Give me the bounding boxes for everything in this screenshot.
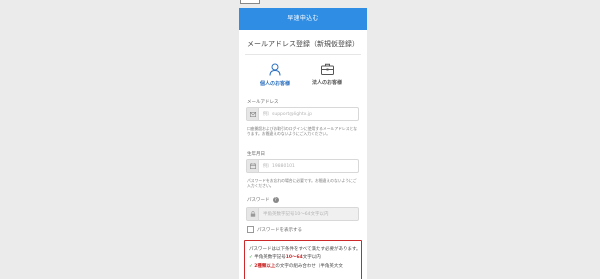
corporate-account-option[interactable]: 法人のお客様 (302, 63, 352, 86)
personal-account-label: 個人のお客様 (259, 81, 290, 87)
password-label: パスワード (247, 198, 270, 203)
calendar-icon (247, 160, 259, 172)
show-password-toggle[interactable]: パスワードを表示する (247, 226, 302, 233)
email-help-text: 口座開設およびお取引のログインに使用するメールアドレスとなります。お間違えのない… (247, 126, 357, 136)
account-type-selector: 個人のお客様 法人のお客様 (239, 55, 367, 95)
birthday-help-text: パスワードをお忘れの場合に必要です。お間違えのないようにご入力ください。 (247, 178, 357, 188)
show-password-checkbox[interactable] (247, 226, 254, 233)
birthday-label: 生年月日 (247, 152, 265, 157)
page-header: 早速申込む (239, 8, 367, 30)
email-label: メールアドレス (247, 100, 279, 105)
password-rules-box: パスワードは以下条件をすべて満たす必要があります。 ✓ 半角英数字記号10〜64… (244, 240, 362, 279)
envelope-icon (247, 108, 259, 120)
password-input[interactable] (259, 210, 355, 218)
password-rule-length: ✓ 半角英数字記号10〜64文字以内 (249, 255, 321, 260)
password-rule-types: ✓ 2種類以上の文字の組み合わせ（半角英大文 (249, 264, 343, 269)
check-icon: ✓ (249, 255, 253, 260)
show-password-label: パスワードを表示する (257, 227, 302, 233)
person-icon (269, 63, 281, 76)
email-input[interactable] (259, 110, 355, 118)
corporate-account-label: 法人のお客様 (311, 80, 342, 86)
section-title: メールアドレス登録（新規仮登録） (247, 40, 359, 48)
password-rules-intro: パスワードは以下条件をすべて満たす必要があります。 (249, 247, 361, 252)
password-field[interactable] (246, 207, 359, 221)
email-field[interactable] (246, 107, 359, 121)
briefcase-icon (320, 63, 334, 75)
password-label-row: パスワード ? (247, 197, 279, 203)
registration-panel: 早速申込む メールアドレス登録（新規仮登録） 個人のお客様 法人のお客様 メール… (239, 8, 367, 279)
personal-account-option[interactable]: 個人のお客様 (250, 63, 300, 87)
birthday-field[interactable] (246, 159, 359, 173)
birthday-input[interactable] (259, 162, 355, 170)
check-icon: ✓ (249, 264, 253, 269)
help-icon[interactable]: ? (272, 197, 279, 203)
window-fragment (240, 0, 260, 4)
lock-icon (247, 208, 259, 220)
